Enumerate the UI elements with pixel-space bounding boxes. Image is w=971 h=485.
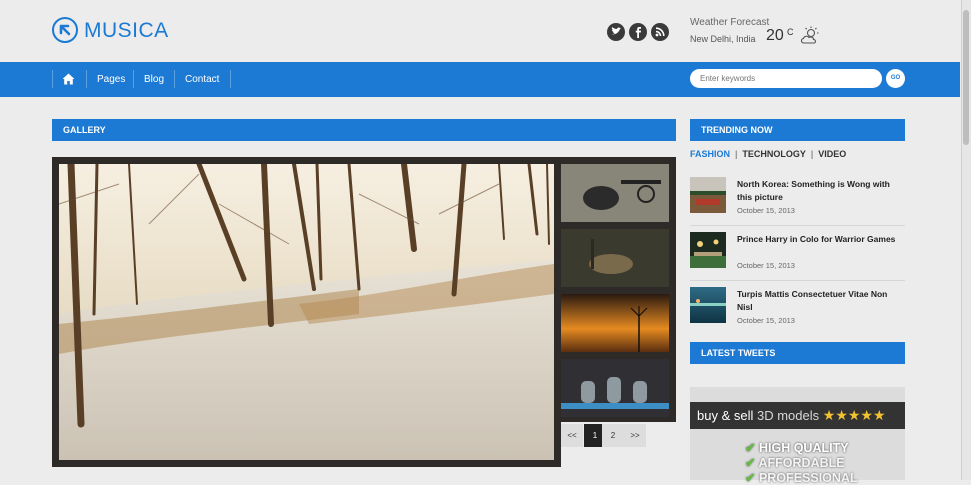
trending-item-title[interactable]: Turpis Mattis Consectetuer Vitae Non Nis…	[737, 288, 903, 314]
trending-item-title[interactable]: North Korea: Something is Wong with this…	[737, 178, 903, 204]
nav-separator	[52, 70, 53, 88]
trending-thumbnail[interactable]	[690, 232, 726, 268]
weather-title: Weather Forecast	[690, 17, 770, 28]
tab-separator: |	[810, 149, 814, 159]
tab-fashion[interactable]: FASHION	[690, 149, 730, 159]
ad-line: ✔ AFFORDABLE	[745, 456, 845, 470]
logo-text[interactable]: MUSICA	[84, 19, 169, 43]
tab-technology[interactable]: TECHNOLOGY	[742, 149, 806, 159]
gallery-thumbnail[interactable]	[561, 294, 669, 352]
cloud-sun-icon	[798, 25, 822, 52]
latest-tweets-heading: LATEST TWEETS	[690, 342, 905, 364]
weather-temperature: 20	[766, 27, 784, 44]
pager-next-button[interactable]: >>	[624, 424, 646, 447]
gallery-thumbnail[interactable]	[561, 229, 669, 287]
ad-headline: buy & sell 3D models ★★★★★	[697, 407, 886, 424]
trending-tabs: FASHION | TECHNOLOGY | VIDEO	[690, 149, 846, 159]
nav-separator	[86, 70, 87, 88]
divider	[690, 225, 905, 226]
weather-location: New Delhi, India	[690, 34, 756, 44]
trending-item-date: October 15, 2013	[737, 206, 795, 215]
nav-separator	[174, 70, 175, 88]
search-go-button[interactable]: GO	[886, 69, 905, 88]
weather-unit: C	[787, 27, 794, 37]
check-icon: ✔	[745, 456, 756, 470]
scrollbar-thumb[interactable]	[963, 10, 969, 145]
nav-separator	[230, 70, 231, 88]
ad-headline-b: 3D models	[757, 408, 820, 423]
check-icon: ✔	[745, 471, 756, 485]
logo-icon[interactable]	[52, 17, 78, 43]
divider	[690, 280, 905, 281]
rss-icon[interactable]	[651, 23, 669, 41]
check-icon: ✔	[745, 441, 756, 455]
trending-item-date: October 15, 2013	[737, 261, 795, 270]
ad-line: ✔ PROFESSIONAL	[745, 471, 858, 485]
ad-headline-a: buy & sell	[697, 408, 754, 423]
search-input[interactable]	[690, 69, 882, 88]
tab-video[interactable]: VIDEO	[818, 149, 846, 159]
nav-separator	[133, 70, 134, 88]
home-icon[interactable]	[62, 72, 75, 90]
twitter-icon[interactable]	[607, 23, 625, 41]
star-rating: ★★★★★	[822, 407, 886, 423]
trending-thumbnail[interactable]	[690, 287, 726, 323]
trending-thumbnail[interactable]	[690, 177, 726, 213]
nav-item-blog[interactable]: Blog	[144, 74, 164, 85]
gallery-thumbnail[interactable]	[561, 164, 669, 222]
facebook-icon[interactable]	[629, 23, 647, 41]
nav-item-contact[interactable]: Contact	[185, 74, 219, 85]
tab-separator: |	[735, 149, 738, 159]
pager-page-2[interactable]: 2	[602, 424, 624, 447]
gallery-main-image[interactable]	[58, 160, 554, 460]
nav-item-pages[interactable]: Pages	[97, 74, 125, 85]
trending-heading: TRENDING NOW	[690, 119, 905, 141]
ad-line: ✔ HIGH QUALITY	[745, 441, 849, 455]
trending-item-date: October 15, 2013	[737, 316, 795, 325]
pager-prev-button[interactable]: <<	[561, 424, 583, 447]
trending-item-title[interactable]: Prince Harry in Colo for Warrior Games	[737, 233, 903, 246]
gallery-heading: GALLERY	[52, 119, 676, 141]
gallery-thumbnail[interactable]	[561, 359, 669, 417]
